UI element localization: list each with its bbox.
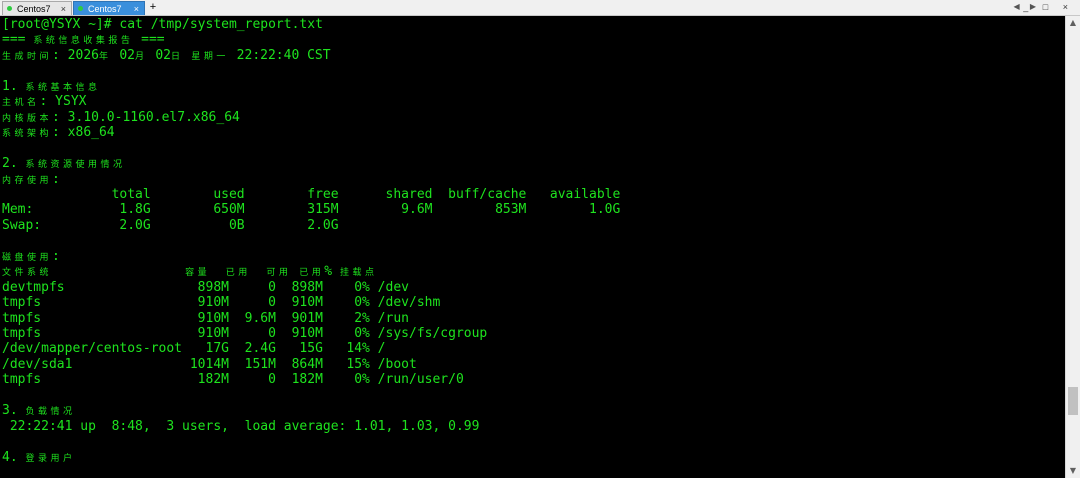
terminal-line: Swap: 2.0G 0B 2.0G	[2, 217, 339, 233]
terminal-line: tmpfs 910M 0 910M 0% /dev/shm	[2, 295, 441, 311]
tab-bar: Centos7 × Centos7 × + ◀ ▶ _ □ ×	[0, 0, 1080, 16]
terminal-line: 2. 系统资源使用情况	[2, 156, 126, 172]
terminal-line: === 系统信息收集报告 ===	[2, 32, 165, 48]
tab-label: Centos7	[88, 4, 122, 14]
status-dot-icon	[78, 6, 83, 11]
window-controls[interactable]: _ □ ×	[1023, 2, 1074, 12]
terminal-line: 3. 负载情况	[2, 403, 76, 419]
terminal-line: 文件系统 容量 已用 可用 已用% 挂载点	[2, 264, 378, 280]
terminal-line: total used free shared buff/cache availa…	[2, 186, 621, 202]
new-tab-button[interactable]: +	[147, 0, 159, 15]
scroll-down-icon[interactable]: ▼	[1066, 464, 1080, 478]
terminal-line: /dev/sda1 1014M 151M 864M 15% /boot	[2, 356, 417, 372]
tab-label: Centos7	[17, 4, 51, 14]
scroll-up-icon[interactable]: ▲	[1066, 16, 1080, 30]
close-icon[interactable]: ×	[61, 2, 66, 16]
terminal-line: 1. 系统基本信息	[2, 78, 101, 94]
terminal-line: tmpfs 182M 0 182M 0% /run/user/0	[2, 372, 464, 388]
terminal-line: 内核版本: 3.10.0-1160.el7.x86_64	[2, 109, 240, 125]
tab-centos7-1[interactable]: Centos7 ×	[2, 1, 72, 15]
close-icon[interactable]: ×	[134, 2, 139, 16]
terminal-line: 生成时间: 2026年 02月 02日 星期一 22:22:40 CST	[2, 47, 331, 63]
terminal-line: tmpfs 910M 9.6M 901M 2% /run	[2, 310, 409, 326]
status-dot-icon	[7, 6, 12, 11]
terminal-line: 22:22:41 up 8:48, 3 users, load average:…	[2, 418, 480, 434]
terminal-line: 内存使用:	[2, 171, 60, 187]
scrollbar-thumb[interactable]	[1068, 387, 1078, 416]
terminal-line: 主机名: YSYX	[2, 94, 87, 110]
terminal-line: [root@YSYX ~]# cat /tmp/system_report.tx…	[2, 17, 323, 32]
terminal-output[interactable]: [root@YSYX ~]# cat /tmp/system_report.tx…	[0, 16, 1065, 478]
terminal-line: 系统架构: x86_64	[2, 125, 115, 141]
terminal-line: 4. 登录用户	[2, 449, 76, 465]
terminal-line: tmpfs 910M 0 910M 0% /sys/fs/cgroup	[2, 326, 488, 341]
terminal-line: 磁盘使用:	[2, 248, 60, 264]
vertical-scrollbar[interactable]: ▲ ▼	[1065, 16, 1080, 478]
terminal-line: devtmpfs 898M 0 898M 0% /dev	[2, 279, 409, 295]
terminal-line: Mem: 1.8G 650M 315M 9.6M 853M 1.0G	[2, 202, 621, 218]
terminal-line: /dev/mapper/centos-root 17G 2.4G 15G 14%…	[2, 341, 386, 357]
tab-centos7-2[interactable]: Centos7 ×	[73, 1, 145, 15]
